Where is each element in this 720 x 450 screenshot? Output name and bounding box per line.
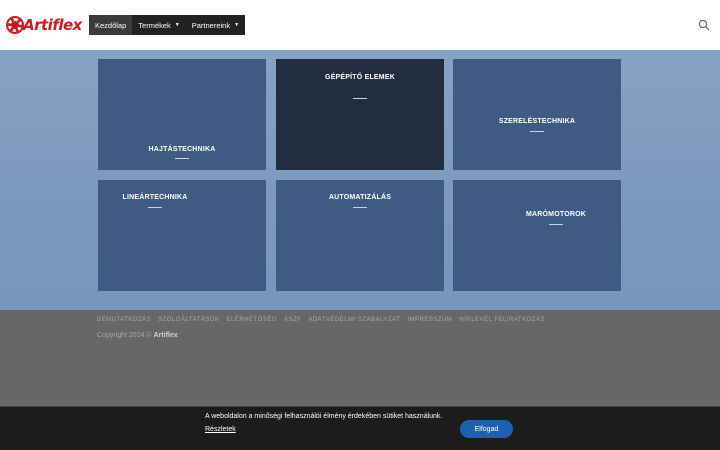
- tile-title: GÉPÉPÍTŐ ELEMEK: [325, 74, 395, 81]
- tile-divider: [549, 224, 563, 225]
- cookie-banner: A weboldalon a minőségi felhasználói élm…: [0, 406, 720, 450]
- nav-item-label: Termékek: [138, 20, 171, 30]
- caret-down-icon: ▼: [234, 22, 240, 28]
- tile-divider: [148, 207, 162, 208]
- nav-item-label: Partnereink: [191, 20, 231, 30]
- footer-link-impresszum[interactable]: IMPRESSZUM: [407, 317, 452, 323]
- tile-szerelestechnika[interactable]: SZERELÉSTECHNIKA: [453, 59, 621, 170]
- cookie-details-link[interactable]: Részletek: [205, 426, 236, 433]
- tile-divider: [530, 131, 544, 132]
- nav-item-partners[interactable]: Partnereink ▼: [186, 15, 245, 35]
- tile-divider: [175, 158, 189, 159]
- copyright-brand: Artiflex: [153, 332, 178, 339]
- search-icon[interactable]: [698, 19, 710, 31]
- copyright-prefix: Copyright 2024 ©: [97, 332, 152, 339]
- copyright: Copyright 2024 © Artiflex: [97, 332, 178, 339]
- nav-item-label: Kezdőlap: [95, 20, 127, 30]
- site-footer: BEMUTATKOZÁS SZOLGÁLTATÁSOK ELÉRHETŐSÉG …: [0, 310, 720, 406]
- site-logo[interactable]: Artiflex: [6, 15, 82, 35]
- tile-lineartechnika[interactable]: LINEÁRTECHNIKA: [98, 180, 266, 291]
- tile-divider: [353, 207, 367, 208]
- tile-title: SZERELÉSTECHNIKA: [498, 118, 576, 125]
- category-grid: HAJTÁSTECHNIKA GÉPÉPÍTŐ ELEMEK SZERELÉST…: [0, 50, 720, 310]
- tile-marmotorok[interactable]: MARÓMOTOROK: [453, 180, 621, 291]
- tile-gepepito-elemek[interactable]: GÉPÉPÍTŐ ELEMEK: [276, 59, 444, 170]
- footer-link-aszf[interactable]: ÁSZF: [284, 317, 301, 323]
- footer-link-szolgaltatasok[interactable]: SZOLGÁLTATÁSOK: [158, 317, 219, 323]
- tile-hajtastechnika[interactable]: HAJTÁSTECHNIKA: [98, 59, 266, 170]
- tile-title: LINEÁRTECHNIKA: [122, 194, 188, 201]
- nav-item-products[interactable]: Termékek ▼: [132, 15, 185, 35]
- cookie-message: A weboldalon a minőségi felhasználói élm…: [205, 413, 443, 420]
- footer-link-adatvedelem[interactable]: ADATVÉDELMI SZABÁLYZAT: [308, 317, 400, 323]
- footer-links: BEMUTATKOZÁS SZOLGÁLTATÁSOK ELÉRHETŐSÉG …: [97, 317, 552, 323]
- footer-link-elerhetoseg[interactable]: ELÉRHETŐSÉG: [226, 317, 277, 323]
- tile-title: MARÓMOTOROK: [525, 211, 586, 218]
- footer-link-bemutatkozas[interactable]: BEMUTATKOZÁS: [97, 317, 151, 323]
- main-nav: Kezdőlap Termékek ▼ Partnereink ▼: [89, 15, 246, 35]
- gear-logo-icon: [6, 16, 24, 34]
- tile-title: AUTOMATIZÁLÁS: [328, 194, 392, 201]
- tile-divider: [353, 98, 367, 99]
- tile-automatizalas[interactable]: AUTOMATIZÁLÁS: [276, 180, 444, 291]
- site-header: Artiflex Kezdőlap Termékek ▼ Partnereink…: [0, 0, 720, 50]
- cookie-accept-button[interactable]: Elfogad: [460, 420, 513, 438]
- logo-text: Artiflex: [23, 16, 82, 34]
- tile-title: HAJTÁSTECHNIKA: [148, 146, 216, 153]
- footer-link-hirlevel[interactable]: HÍRLEVÉL FELIRATKOZÁS: [459, 317, 545, 323]
- caret-down-icon: ▼: [174, 22, 180, 28]
- nav-item-home[interactable]: Kezdőlap: [89, 15, 133, 35]
